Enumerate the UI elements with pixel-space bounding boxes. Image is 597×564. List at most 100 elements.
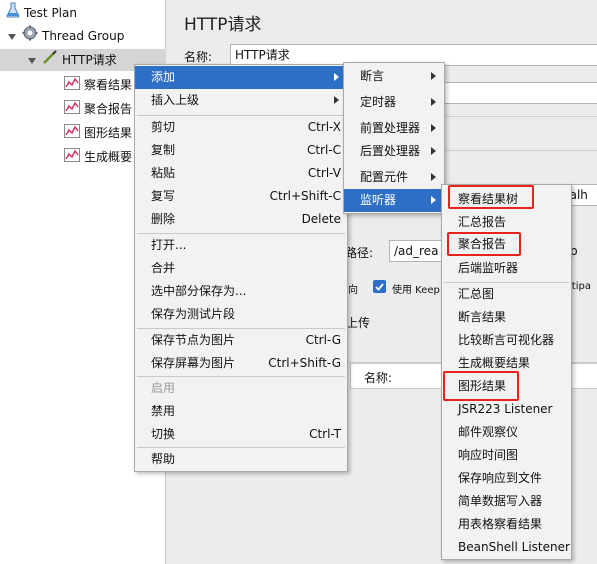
menu-item-beanshell-listener[interactable]: BeanShell Listener bbox=[442, 536, 571, 559]
menu-item-save-screen-image[interactable]: 保存屏幕为图片 Ctrl+Shift-G bbox=[135, 352, 347, 375]
tree-node-test-plan[interactable]: Test Plan bbox=[6, 2, 77, 24]
submenu-arrow-icon bbox=[431, 98, 436, 106]
submenu-arrow-icon bbox=[334, 73, 339, 81]
param-name-header: 名称: bbox=[364, 371, 393, 385]
menu-item-post-processors[interactable]: 后置处理器 bbox=[344, 140, 444, 163]
tree-node-listener[interactable]: 生成概要 bbox=[64, 146, 132, 168]
shortcut-label: Delete bbox=[301, 212, 341, 226]
menu-item-save-selection[interactable]: 选中部分保存为... bbox=[135, 280, 347, 303]
menu-item-jsr223-listener[interactable]: JSR223 Listener bbox=[442, 398, 571, 421]
gear-icon bbox=[22, 25, 38, 48]
menu-item-paste[interactable]: 粘贴 Ctrl-V bbox=[135, 162, 347, 185]
menu-item-summary-graph[interactable]: 汇总图 bbox=[442, 283, 571, 306]
menu-item-copy[interactable]: 复制 Ctrl-C bbox=[135, 139, 347, 162]
chart-icon bbox=[64, 99, 80, 121]
keepalive-checkbox[interactable] bbox=[373, 280, 386, 293]
menu-item-listeners[interactable]: 监听器 bbox=[344, 189, 444, 212]
path-field[interactable]: /ad_rea bbox=[389, 240, 449, 262]
shortcut-label: Ctrl-G bbox=[305, 333, 341, 347]
menu-item-response-time-graph[interactable]: 响应时间图 bbox=[442, 444, 571, 467]
menu-item-enable[interactable]: 启用 bbox=[135, 377, 347, 400]
menu-item-view-results-tree[interactable]: 察看结果树 bbox=[442, 188, 571, 211]
menu-item-label: 保存响应到文件 bbox=[458, 471, 543, 485]
submenu-arrow-icon bbox=[334, 96, 339, 104]
menu-item-save-responses[interactable]: 保存响应到文件 bbox=[442, 467, 571, 490]
menu-item-label: 选中部分保存为... bbox=[151, 284, 247, 298]
tree-node-listener[interactable]: 聚合报告 bbox=[64, 98, 132, 120]
menu-item-toggle[interactable]: 切换 Ctrl-T bbox=[135, 423, 347, 446]
menu-item-comparison-visualizer[interactable]: 比较断言可视化器 bbox=[442, 329, 571, 352]
tree-node-listener[interactable]: 图形结果 bbox=[64, 122, 132, 144]
menu-item-label: 保存节点为图片 bbox=[151, 333, 236, 347]
menu-item-help[interactable]: 帮助 bbox=[135, 448, 347, 471]
menu-item-simple-data-writer[interactable]: 简单数据写入器 bbox=[442, 490, 571, 513]
tree-node-label: 聚合报告 bbox=[84, 102, 133, 116]
submenu-arrow-icon bbox=[431, 124, 436, 132]
shortcut-label: Ctrl-C bbox=[306, 143, 341, 157]
menu-item-assertion-results[interactable]: 断言结果 bbox=[442, 306, 571, 329]
menu-item-label: 聚合报告 bbox=[458, 237, 507, 251]
menu-item-duplicate[interactable]: 复写 Ctrl+Shift-C bbox=[135, 185, 347, 208]
menu-item-config-elements[interactable]: 配置元件 bbox=[344, 166, 444, 189]
submenu-arrow-icon bbox=[431, 173, 436, 181]
shortcut-label: Ctrl+Shift-C bbox=[269, 189, 341, 203]
menu-item-cut[interactable]: 剪切 Ctrl-X bbox=[135, 116, 347, 139]
tree-node-thread-group[interactable]: Thread Group bbox=[22, 25, 124, 47]
submenu-arrow-icon bbox=[431, 72, 436, 80]
submenu-arrow-icon bbox=[431, 196, 436, 204]
menu-item-label: 剪切 bbox=[151, 120, 176, 134]
menu-item-backend-listener[interactable]: 后端监听器 bbox=[442, 257, 571, 280]
tree-node-listener[interactable]: 察看结果 bbox=[64, 74, 132, 96]
tree-node-label: 生成概要 bbox=[84, 150, 133, 164]
menu-item-add[interactable]: 添加 bbox=[135, 66, 347, 89]
pipette-icon bbox=[42, 49, 58, 72]
menu-item-label: 保存屏幕为图片 bbox=[151, 356, 236, 370]
menu-item-label: 配置元件 bbox=[360, 170, 409, 184]
menu-item-label: 图形结果 bbox=[458, 379, 507, 393]
menu-item-mailer-visualizer[interactable]: 邮件观察仪 bbox=[442, 421, 571, 444]
submenu-arrow-icon bbox=[431, 147, 436, 155]
menu-item-label: 复写 bbox=[151, 189, 176, 203]
listener-submenu: 察看结果树 汇总报告 聚合报告 后端监听器 汇总图 断言结果 比较断言可视化器 … bbox=[441, 184, 572, 560]
tree-node-label: 图形结果 bbox=[84, 126, 133, 140]
chart-icon bbox=[64, 75, 80, 97]
tree-node-label: Test Plan bbox=[24, 6, 77, 20]
menu-item-label: 定时器 bbox=[360, 95, 397, 109]
flask-icon bbox=[6, 2, 20, 25]
menu-item-assertions[interactable]: 断言 bbox=[344, 65, 444, 88]
menu-item-save-node-image[interactable]: 保存节点为图片 Ctrl-G bbox=[135, 329, 347, 352]
files-upload-tab[interactable]: 上传 bbox=[346, 314, 370, 331]
expand-toggle-icon[interactable] bbox=[28, 58, 36, 64]
menu-item-view-results-table[interactable]: 用表格察看结果 bbox=[442, 513, 571, 536]
menu-item-open[interactable]: 打开... bbox=[135, 234, 347, 257]
menu-item-delete[interactable]: 删除 Delete bbox=[135, 208, 347, 231]
menu-item-label: 删除 bbox=[151, 212, 176, 226]
menu-item-label: BeanShell Listener bbox=[458, 540, 570, 554]
menu-item-save-as-fragment[interactable]: 保存为测试片段 bbox=[135, 303, 347, 326]
expand-toggle-icon[interactable] bbox=[8, 34, 16, 40]
menu-item-label: 监听器 bbox=[360, 193, 397, 207]
menu-item-label: 汇总图 bbox=[458, 287, 495, 301]
menu-item-label: 后置处理器 bbox=[360, 144, 421, 158]
menu-item-disable[interactable]: 禁用 bbox=[135, 400, 347, 423]
multipart-label: ltipa bbox=[569, 281, 591, 292]
menu-item-label: 打开... bbox=[151, 238, 187, 252]
menu-item-insert-parent[interactable]: 插入上级 bbox=[135, 89, 347, 112]
menu-item-pre-processors[interactable]: 前置处理器 bbox=[344, 117, 444, 140]
menu-item-timers[interactable]: 定时器 bbox=[344, 91, 444, 114]
redirect-label: 向 bbox=[348, 285, 358, 296]
menu-item-graph-results[interactable]: 图形结果 bbox=[442, 375, 571, 398]
menu-item-label: 插入上级 bbox=[151, 93, 200, 107]
tree-node-label: HTTP请求 bbox=[62, 53, 117, 67]
menu-item-aggregate-report[interactable]: 聚合报告 bbox=[442, 233, 571, 256]
menu-item-label: 前置处理器 bbox=[360, 121, 421, 135]
menu-item-merge[interactable]: 合并 bbox=[135, 257, 347, 280]
menu-item-generate-summary[interactable]: 生成概要结果 bbox=[442, 352, 571, 375]
chart-icon bbox=[64, 123, 80, 145]
menu-item-label: 添加 bbox=[151, 70, 176, 84]
menu-item-summary-report[interactable]: 汇总报告 bbox=[442, 211, 571, 234]
shortcut-label: Ctrl-X bbox=[307, 120, 341, 134]
menu-item-label: 响应时间图 bbox=[458, 448, 519, 462]
context-menu: 添加 插入上级 剪切 Ctrl-X 复制 Ctrl-C 粘贴 Ctrl-V 复写 Ctr… bbox=[134, 64, 348, 472]
menu-item-label: 汇总报告 bbox=[458, 215, 507, 229]
